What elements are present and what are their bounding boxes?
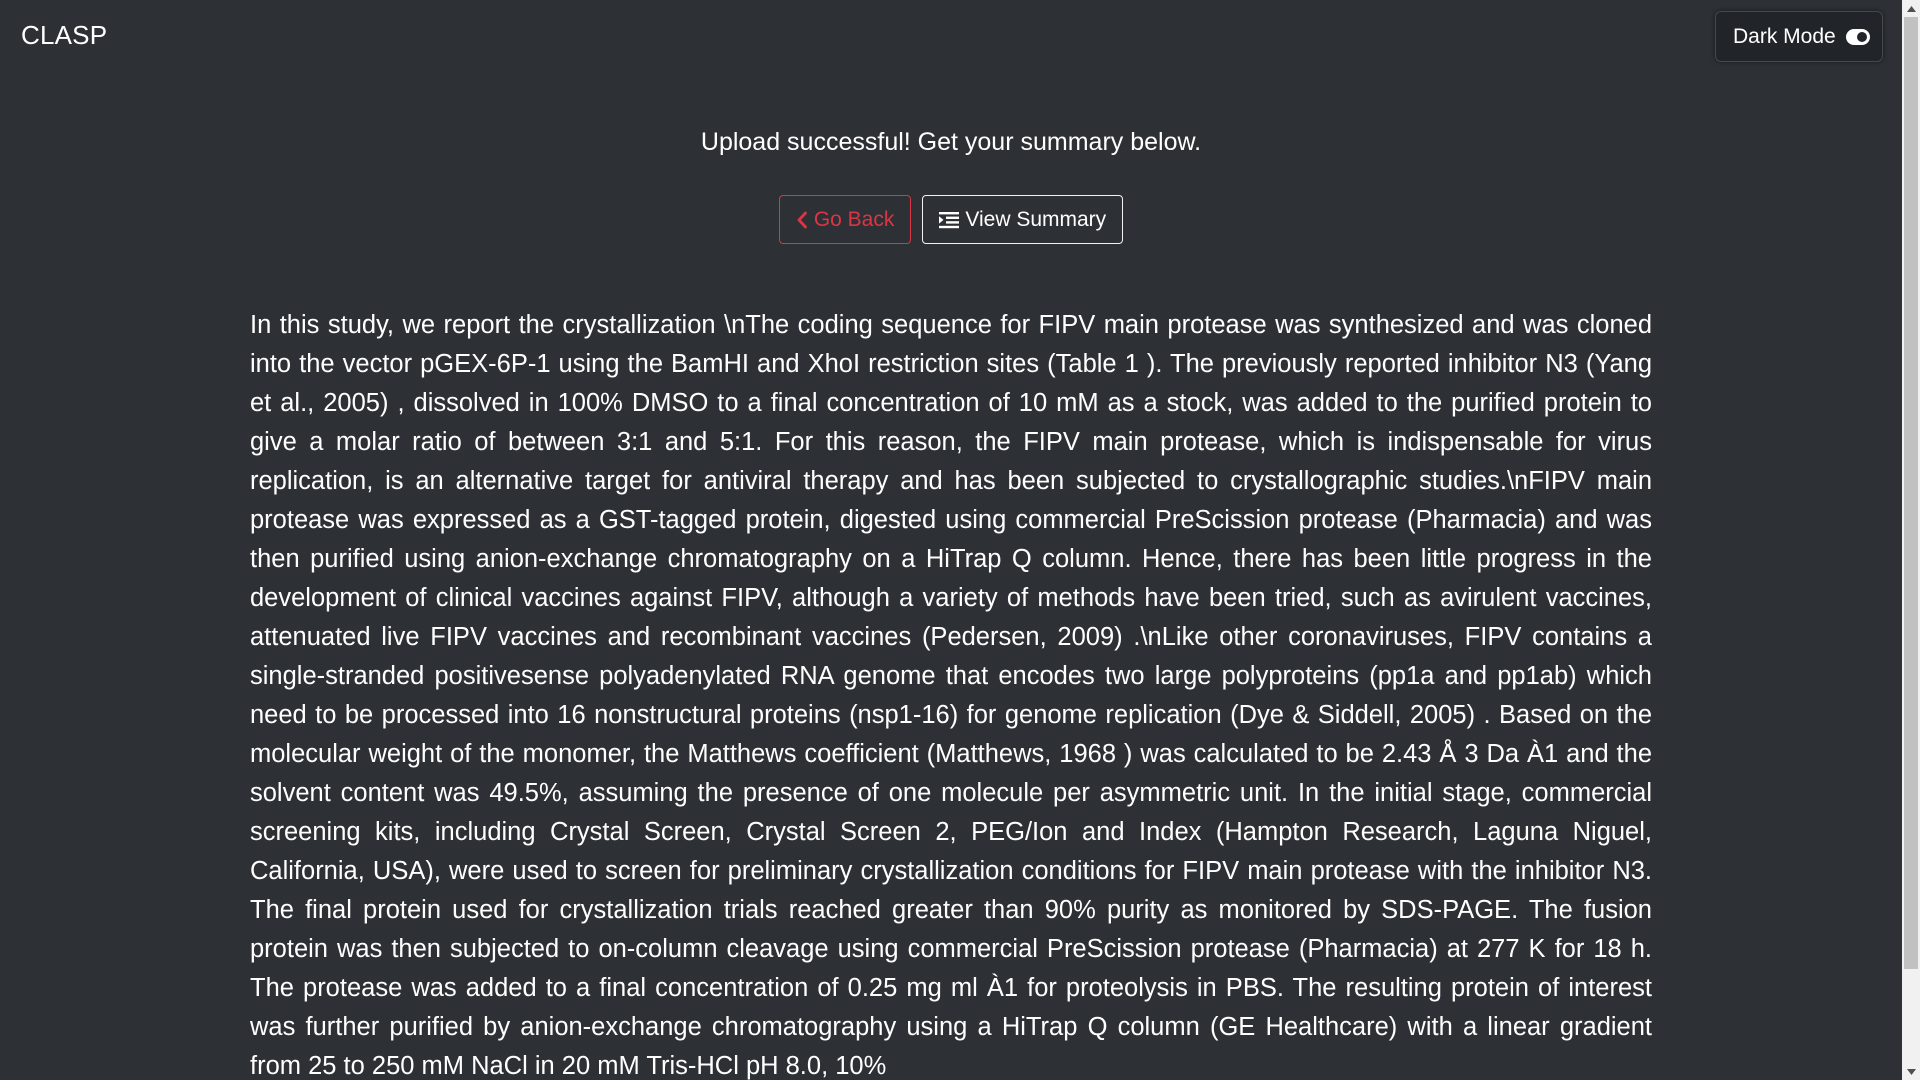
vertical-scrollbar[interactable]	[1902, 0, 1920, 1080]
brand-logo[interactable]: CLASP	[21, 20, 107, 51]
summary-text: In this study, we report the crystalliza…	[250, 311, 1652, 1080]
upload-status-message: Upload successful! Get your summary belo…	[700, 128, 1202, 156]
dark-mode-toggle-button[interactable]: Dark Mode	[1715, 11, 1883, 62]
view-summary-label: View Summary	[965, 207, 1107, 231]
go-back-button[interactable]: Go Back	[778, 195, 912, 244]
scrollbar-thumb[interactable]	[1904, 17, 1918, 969]
chevron-left-icon	[796, 211, 808, 229]
toggle-on-icon	[1845, 28, 1870, 45]
list-indent-icon	[939, 211, 960, 229]
go-back-label: Go Back	[813, 207, 895, 231]
dark-mode-label: Dark Mode	[1733, 24, 1836, 48]
scroll-up-arrow-icon[interactable]	[1902, 0, 1920, 17]
view-summary-button[interactable]: View Summary	[922, 195, 1124, 244]
page: CLASP Dark Mode Upload successful! Get y…	[0, 0, 1902, 1080]
scroll-down-arrow-icon[interactable]	[1902, 1063, 1920, 1080]
action-buttons: Go Back View Summary	[0, 195, 1902, 244]
